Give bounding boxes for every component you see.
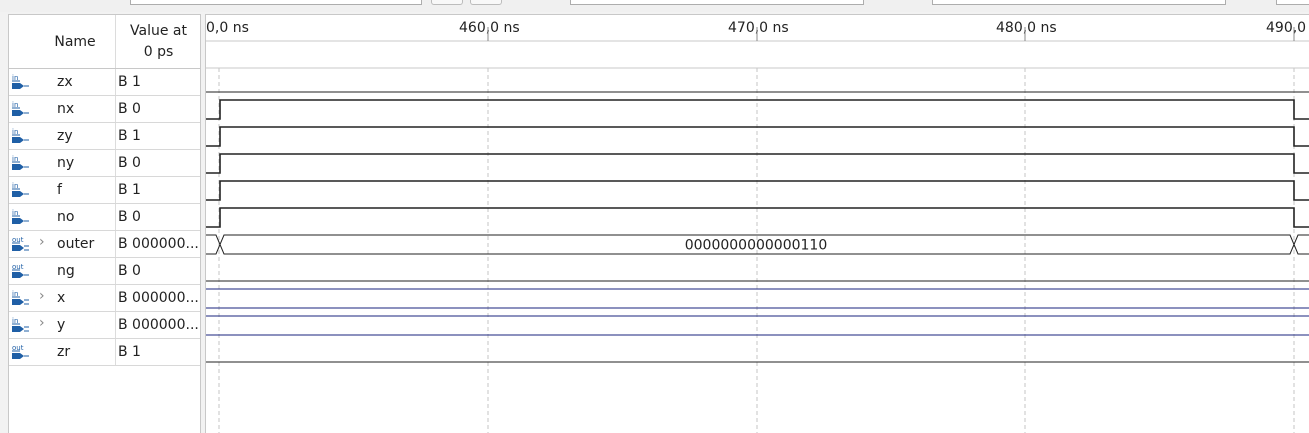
toolbar-button-prev[interactable]: [431, 0, 463, 5]
signal-name: nx: [57, 101, 75, 117]
toolbar-field-time[interactable]: [570, 0, 864, 5]
signal-name: f: [57, 182, 62, 198]
signal-value: B 000000...: [115, 312, 199, 338]
signal-value: B 1: [115, 123, 199, 149]
output-pin-icon: out: [11, 344, 31, 361]
signal-row-f[interactable]: in f B 1: [9, 177, 200, 204]
chevron-right-icon[interactable]: ›: [39, 315, 45, 331]
signal-row-outer[interactable]: out › outer B 000000...: [9, 231, 200, 258]
value-column-header[interactable]: Value at 0 ps: [115, 15, 201, 68]
value-header-line1: Value at: [130, 22, 187, 39]
signal-value: B 1: [115, 69, 199, 95]
chevron-right-icon[interactable]: ›: [39, 288, 45, 304]
waveform-nx: [206, 99, 1309, 120]
waveform-panel[interactable]: 0,0 ns 460,0 ns 470,0 ns 480,0 ns 490,0 0000…: [205, 14, 1309, 433]
input-pin-icon: in: [11, 182, 31, 199]
signal-value: B 0: [115, 150, 199, 176]
signal-row-no[interactable]: in no B 0: [9, 204, 200, 231]
output-pin-icon: out: [11, 263, 31, 280]
signal-row-ny[interactable]: in ny B 0: [9, 150, 200, 177]
signal-row-ng[interactable]: out ng B 0: [9, 258, 200, 285]
signal-name: ng: [57, 263, 75, 279]
input-pin-icon: in: [11, 209, 31, 226]
name-column-header[interactable]: Name: [35, 15, 115, 68]
signal-value: B 1: [115, 177, 199, 203]
signal-row-zr[interactable]: out zr B 1: [9, 339, 200, 366]
chevron-right-icon[interactable]: ›: [39, 234, 45, 250]
signal-value: B 0: [115, 258, 199, 284]
signal-name: x: [57, 290, 66, 306]
signal-row-zx[interactable]: in zx B 1: [9, 69, 200, 96]
output-pin-icon: out: [11, 236, 31, 253]
signal-value: B 000000...: [115, 285, 199, 311]
signal-name: zy: [57, 128, 73, 144]
toolbar-button-next[interactable]: [470, 0, 502, 5]
toolbar-search-field[interactable]: [130, 0, 422, 5]
input-pin-icon: in: [11, 317, 31, 334]
input-pin-icon: in: [11, 101, 31, 118]
input-pin-icon: in: [11, 290, 31, 307]
signal-value: B 1: [115, 339, 199, 365]
signal-row-nx[interactable]: in nx B 0: [9, 96, 200, 123]
signal-row-x[interactable]: in › x B 000000...: [9, 285, 200, 312]
signal-name-panel: Name Value at 0 ps in zx B 1 in nx B 0 in zy B 1…: [8, 14, 201, 433]
signal-value: B 000000...: [115, 231, 199, 257]
signal-value: B 0: [115, 96, 199, 122]
signal-name: outer: [57, 236, 95, 252]
signal-value: B 0: [115, 204, 199, 230]
waveform-ny: [206, 153, 1309, 174]
value-header-line2: 0 ps: [143, 43, 174, 60]
toolbar-field-extra[interactable]: [1276, 0, 1309, 5]
signal-row-y[interactable]: in › y B 000000...: [9, 312, 200, 339]
signal-name: zr: [57, 344, 71, 360]
input-pin-icon: in: [11, 128, 31, 145]
waveform-canvas[interactable]: 0000000000000110: [206, 15, 1309, 433]
signal-name: zx: [57, 74, 73, 90]
signal-name: y: [57, 317, 66, 333]
signal-name: no: [57, 209, 75, 225]
toolbar-strip: [0, 0, 1309, 12]
bus-value-label: 0000000000000110: [685, 238, 828, 254]
toolbar-field-end[interactable]: [932, 0, 1226, 5]
column-header: Name Value at 0 ps: [9, 15, 200, 69]
input-pin-icon: in: [11, 155, 31, 172]
signal-row-zy[interactable]: in zy B 1: [9, 123, 200, 150]
signal-name: ny: [57, 155, 75, 171]
waveform-zy: [206, 126, 1309, 147]
input-pin-icon: in: [11, 74, 31, 91]
